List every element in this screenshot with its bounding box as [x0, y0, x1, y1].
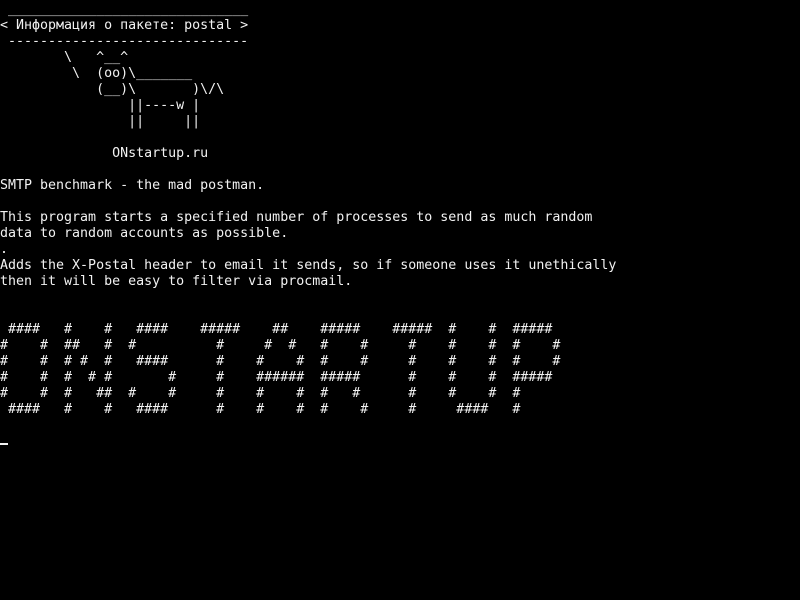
header-bottom-rule: ------------------------------	[0, 34, 249, 49]
header-title: < Информация о пакете: postal >	[0, 18, 249, 33]
cowsay-art-line: || ||	[0, 114, 201, 129]
cowsay-art-line: \ ^__^	[0, 50, 129, 65]
banner-art-line: #### # # #### # # # # # # #### #	[0, 402, 521, 417]
package-summary: SMTP benchmark - the mad postman.	[0, 178, 265, 193]
description-line: then it will be easy to filter via procm…	[0, 274, 353, 289]
banner-art-line: # # # # # #### # # # # # # # # # #	[0, 354, 561, 369]
site-name: ONstartup.ru	[0, 146, 209, 161]
banner-art-line: # # # ## # # # # # # # # # # #	[0, 386, 521, 401]
banner-art-line: # # ## # # # # # # # # # # # #	[0, 338, 561, 353]
cowsay-art-line: \ (oo)\_______	[0, 66, 193, 81]
header-top-rule: ______________________________	[0, 2, 249, 17]
text-cursor	[0, 443, 8, 445]
description-line: Adds the X-Postal header to email it sen…	[0, 258, 617, 273]
description-line: data to random accounts as possible.	[0, 226, 289, 241]
cowsay-art-line: (__)\ )\/\	[0, 82, 225, 97]
terminal-screen[interactable]: ______________________________ < Информа…	[0, 0, 800, 600]
cowsay-art-line: ||----w |	[0, 98, 201, 113]
banner-art-line: #### # # #### ##### ## ##### ##### # # #…	[0, 322, 553, 337]
description-line: This program starts a specified number o…	[0, 210, 593, 225]
banner-art-line: # # # # # # # ###### ##### # # # #####	[0, 370, 553, 385]
description-line: .	[0, 242, 9, 257]
